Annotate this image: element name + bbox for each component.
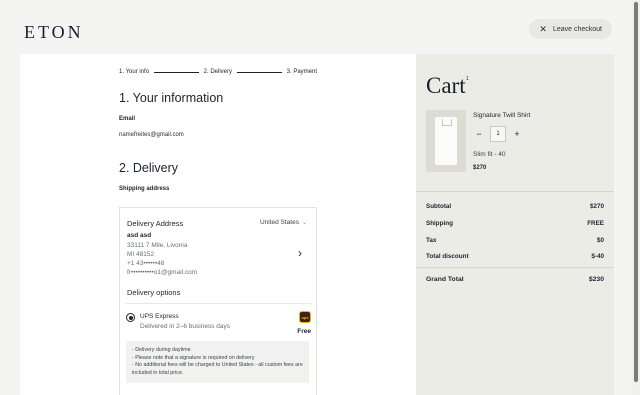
address-line: MI 48152 [127,251,155,258]
summary-value: $270 [589,203,604,210]
delivery-option-name: UPS Express [140,313,179,320]
country-select[interactable]: United States ⌄ [260,219,307,226]
page-scrollbar[interactable] [632,0,640,395]
product-image[interactable] [426,110,466,172]
summary-label: Shipping [426,220,453,227]
chevron-right-icon[interactable]: › [298,246,302,260]
your-information-heading: 1. Your information [119,91,224,105]
delivery-options-title: Delivery options [127,288,181,297]
step-connector [237,71,282,73]
delivery-option-subtitle: Delivered in 2–6 business days [140,323,230,330]
grand-total-label: Grand Total [426,276,464,283]
product-variant: Slim fit - 40 [473,151,506,158]
chevron-down-icon: ⌄ [301,220,307,226]
delivery-address-title: Delivery Address [127,219,184,228]
decrease-quantity-button[interactable]: − [473,128,485,140]
summary-row-subtotal: Subtotal $270 [426,203,604,210]
checkout-page: ETON ✕ Leave checkout 1. Your info 2. De… [0,0,640,395]
address-name: asd asd [127,232,152,239]
quantity-stepper: − 1 + [473,126,523,142]
summary-divider [416,191,614,192]
summary-row-discount: Total discount $-40 [426,253,604,260]
quantity-value[interactable]: 1 [490,126,506,142]
delivery-note: - Delivery during daytime [132,347,191,353]
ups-logo-icon: ups [299,311,311,323]
progress-steps: 1. Your info 2. Delivery 3. Payment [119,67,317,77]
delivery-notes: - Delivery during daytime - Please note … [126,341,309,383]
summary-label: Subtotal [426,203,452,210]
step-delivery[interactable]: 2. Delivery [204,69,232,75]
product-name[interactable]: Signature Twill Shirt [473,112,530,119]
delivery-option-ups[interactable]: UPS Express Delivered in 2–6 business da… [125,303,311,343]
address-email: fr••••••••••o1@gmail.com [127,269,198,276]
shirt-image [435,117,457,165]
grand-total-row: Grand Total $230 [426,276,604,283]
step-your-info[interactable]: 1. Your info [119,69,149,75]
cart-title: Cart [426,73,466,98]
leave-checkout-button[interactable]: ✕ Leave checkout [529,19,612,39]
summary-value: $0 [596,237,604,244]
shipping-address-label: Shipping address [119,186,170,192]
eton-logo[interactable]: ETON [24,22,84,43]
delivery-option-radio[interactable] [126,313,135,322]
grand-total-value: $230 [588,276,604,283]
summary-value: $-40 [591,253,604,260]
close-icon: ✕ [539,23,547,34]
header: ETON ✕ Leave checkout [0,0,632,54]
delivery-option-price: Free [297,328,311,335]
address-phone: +1 43••••••48 [127,260,165,267]
email-label: Email [119,116,136,122]
step-payment[interactable]: 3. Payment [287,69,317,75]
email-value[interactable]: namefreites@gmail.com [119,132,184,138]
delivery-note: - No additional fees will be charged to … [132,362,303,376]
summary-row-shipping: Shipping FREE [426,220,604,227]
address-line: 33111 7 Mile, Livonia [127,242,188,249]
cart-panel: Cart 1 Signature Twill Shirt − 1 + Slim … [416,54,614,395]
summary-value: FREE [587,220,604,227]
step-connector [154,71,199,73]
delivery-heading: 2. Delivery [119,161,179,175]
summary-row-tax: Tax $0 [426,237,604,244]
scrollbar-thumb[interactable] [634,2,638,382]
product-price: $270 [473,165,487,171]
increase-quantity-button[interactable]: + [511,128,523,140]
country-value: United States [259,219,299,226]
total-divider [416,267,614,268]
summary-label: Total discount [426,253,469,260]
cart-count: 1 [466,76,469,82]
checkout-form-panel: 1. Your info 2. Delivery 3. Payment 1. Y… [20,54,416,395]
summary-label: Tax [426,237,437,244]
leave-checkout-label: Leave checkout [552,25,602,33]
delivery-note: - Please note that a signature is requir… [132,354,255,361]
